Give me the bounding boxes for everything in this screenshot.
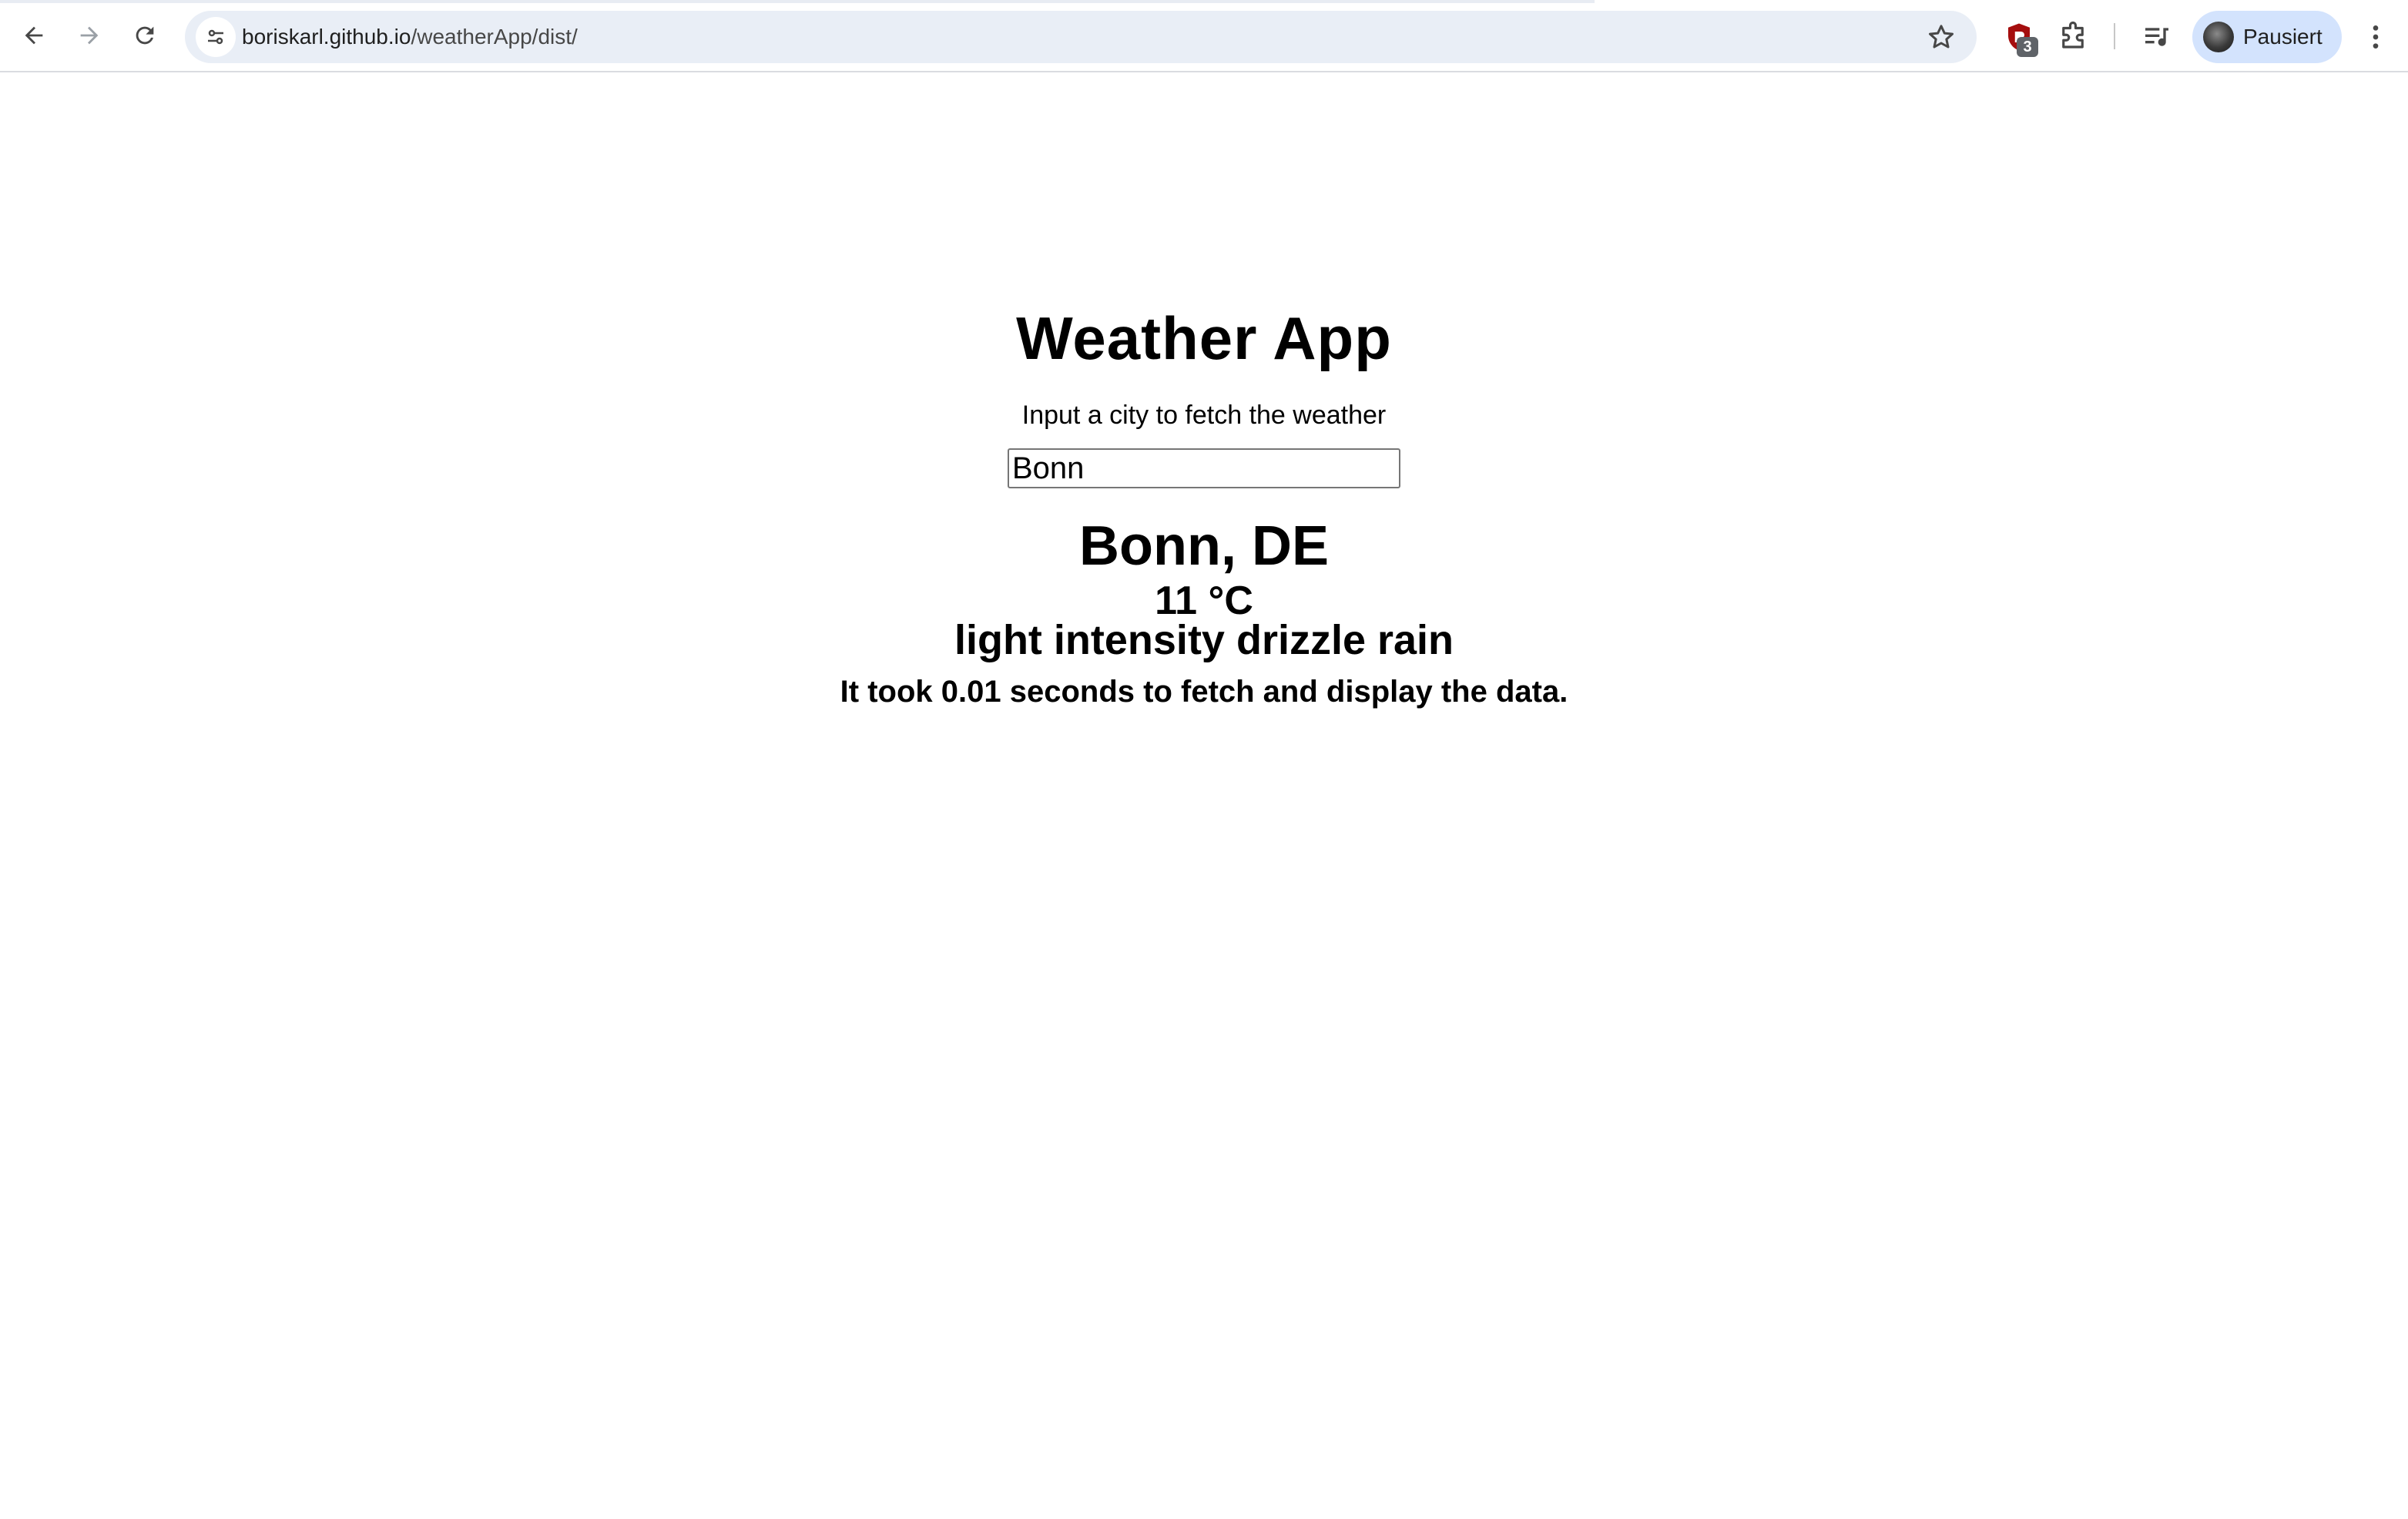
- url-host: boriskarl.github.io: [242, 25, 411, 49]
- weather-description: light intensity drizzle rain: [954, 617, 1454, 663]
- avatar: [2203, 22, 2234, 52]
- arrow-right-icon: [80, 26, 99, 45]
- browser-toolbar: boriskarl.github.io/weatherApp/dist/ 3 P…: [0, 0, 2408, 72]
- address-bar[interactable]: boriskarl.github.io/weatherApp/dist/: [185, 11, 1977, 63]
- location-heading: Bonn, DE: [1079, 515, 1329, 577]
- forward-button[interactable]: [66, 12, 112, 59]
- back-button[interactable]: [11, 12, 57, 59]
- puzzle-icon[interactable]: [2057, 20, 2089, 52]
- profile-label: Pausiert: [2243, 25, 2322, 49]
- toolbar-divider: [2114, 23, 2115, 49]
- page-title: Weather App: [1016, 304, 1392, 372]
- reload-button[interactable]: [122, 12, 168, 59]
- media-control-icon[interactable]: [2141, 22, 2172, 52]
- site-info-button[interactable]: [196, 17, 236, 57]
- kebab-menu-icon[interactable]: [2360, 20, 2391, 54]
- tune-icon: [208, 29, 223, 45]
- profile-button[interactable]: Pausiert: [2192, 11, 2342, 63]
- city-input[interactable]: [1008, 448, 1400, 488]
- url-path: /weatherApp/dist/: [411, 25, 578, 49]
- fetch-timing: It took 0.01 seconds to fetch and displa…: [840, 675, 1568, 709]
- extension-badge: 3: [2017, 37, 2038, 57]
- star-icon[interactable]: [1926, 22, 1957, 52]
- url-text[interactable]: boriskarl.github.io/weatherApp/dist/: [242, 11, 578, 63]
- reload-icon: [136, 26, 154, 45]
- city-prompt: Input a city to fetch the weather: [1021, 401, 1387, 430]
- page-load-progress: [0, 0, 1595, 3]
- page-content: Weather App Input a city to fetch the we…: [0, 72, 2408, 1519]
- arrow-left-icon: [25, 26, 43, 45]
